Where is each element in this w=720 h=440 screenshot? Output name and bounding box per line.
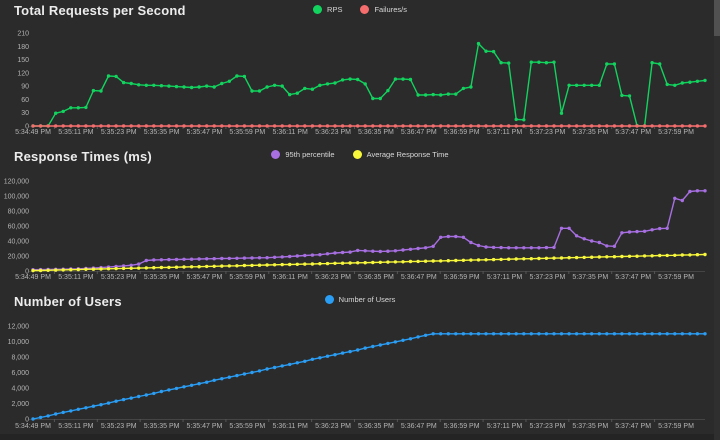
svg-text:60,000: 60,000 bbox=[8, 224, 30, 231]
svg-text:5:37:11 PM: 5:37:11 PM bbox=[487, 129, 522, 136]
svg-text:5:36:35 PM: 5:36:35 PM bbox=[358, 423, 394, 430]
svg-text:5:36:35 PM: 5:36:35 PM bbox=[358, 274, 394, 281]
svg-text:5:36:59 PM: 5:36:59 PM bbox=[444, 274, 480, 281]
svg-text:150: 150 bbox=[17, 57, 29, 64]
svg-text:8,000: 8,000 bbox=[11, 355, 29, 362]
svg-text:5:35:23 PM: 5:35:23 PM bbox=[101, 129, 137, 136]
svg-text:5:36:35 PM: 5:36:35 PM bbox=[358, 129, 394, 136]
svg-text:5:35:59 PM: 5:35:59 PM bbox=[229, 274, 265, 281]
svg-text:12,000: 12,000 bbox=[8, 324, 30, 331]
svg-text:5:35:35 PM: 5:35:35 PM bbox=[144, 423, 180, 430]
svg-text:30: 30 bbox=[21, 110, 29, 117]
svg-text:5:35:11 PM: 5:35:11 PM bbox=[58, 423, 93, 430]
svg-text:5:36:47 PM: 5:36:47 PM bbox=[401, 423, 437, 430]
svg-text:5:37:47 PM: 5:37:47 PM bbox=[615, 129, 651, 136]
svg-text:5:37:11 PM: 5:37:11 PM bbox=[487, 274, 522, 281]
svg-text:5:37:35 PM: 5:37:35 PM bbox=[572, 129, 608, 136]
svg-text:5:37:11 PM: 5:37:11 PM bbox=[487, 423, 522, 430]
svg-text:5:36:59 PM: 5:36:59 PM bbox=[444, 129, 480, 136]
svg-text:5:35:11 PM: 5:35:11 PM bbox=[58, 274, 93, 281]
svg-text:100,000: 100,000 bbox=[4, 194, 29, 201]
svg-text:5:37:35 PM: 5:37:35 PM bbox=[572, 274, 608, 281]
svg-text:5:34:49 PM: 5:34:49 PM bbox=[15, 129, 51, 136]
svg-text:5:37:59 PM: 5:37:59 PM bbox=[658, 423, 694, 430]
svg-text:5:35:59 PM: 5:35:59 PM bbox=[229, 423, 265, 430]
svg-text:4,000: 4,000 bbox=[11, 386, 29, 393]
svg-text:120,000: 120,000 bbox=[4, 179, 29, 186]
response-times-chart-plot: 020,00040,00060,00080,000100,000120,0005… bbox=[0, 140, 720, 288]
svg-text:5:35:47 PM: 5:35:47 PM bbox=[187, 423, 223, 430]
svg-text:5:37:23 PM: 5:37:23 PM bbox=[529, 274, 565, 281]
svg-text:5:35:23 PM: 5:35:23 PM bbox=[101, 423, 137, 430]
svg-text:5:35:23 PM: 5:35:23 PM bbox=[101, 274, 137, 281]
vertical-scrollbar-thumb[interactable] bbox=[714, 0, 720, 36]
svg-text:5:36:23 PM: 5:36:23 PM bbox=[315, 274, 351, 281]
svg-text:5:37:23 PM: 5:37:23 PM bbox=[529, 423, 565, 430]
svg-text:5:37:23 PM: 5:37:23 PM bbox=[529, 129, 565, 136]
svg-text:5:36:47 PM: 5:36:47 PM bbox=[401, 274, 437, 281]
svg-text:120: 120 bbox=[17, 70, 29, 77]
svg-text:2,000: 2,000 bbox=[11, 401, 29, 408]
svg-text:60: 60 bbox=[21, 97, 29, 104]
svg-text:40,000: 40,000 bbox=[8, 239, 30, 246]
svg-text:5:35:11 PM: 5:35:11 PM bbox=[58, 129, 93, 136]
svg-text:90: 90 bbox=[21, 84, 29, 91]
svg-text:5:35:35 PM: 5:35:35 PM bbox=[144, 129, 180, 136]
users-chart-plot: 02,0004,0006,0008,00010,00012,0005:34:49… bbox=[0, 288, 720, 440]
svg-text:5:34:49 PM: 5:34:49 PM bbox=[15, 423, 51, 430]
svg-text:5:35:47 PM: 5:35:47 PM bbox=[187, 129, 223, 136]
svg-text:5:35:59 PM: 5:35:59 PM bbox=[229, 129, 265, 136]
svg-text:6,000: 6,000 bbox=[11, 370, 29, 377]
svg-text:5:36:23 PM: 5:36:23 PM bbox=[315, 423, 351, 430]
svg-text:5:35:47 PM: 5:35:47 PM bbox=[187, 274, 223, 281]
svg-text:80,000: 80,000 bbox=[8, 209, 30, 216]
svg-text:5:35:35 PM: 5:35:35 PM bbox=[144, 274, 180, 281]
svg-text:5:36:47 PM: 5:36:47 PM bbox=[401, 129, 437, 136]
svg-text:5:36:11 PM: 5:36:11 PM bbox=[273, 423, 308, 430]
svg-text:10,000: 10,000 bbox=[8, 339, 30, 346]
svg-text:20,000: 20,000 bbox=[8, 254, 30, 261]
rps-chart-section: Total Requests per Second RPSFailures/s … bbox=[0, 0, 720, 140]
users-chart-section: Number of Users Number of Users 02,0004,… bbox=[0, 288, 720, 440]
response-times-chart-section: Response Times (ms) 95th percentileAvera… bbox=[0, 140, 720, 288]
svg-text:5:36:11 PM: 5:36:11 PM bbox=[273, 129, 308, 136]
vertical-scrollbar-track[interactable] bbox=[714, 0, 720, 440]
rps-chart-plot: 03060901201501802105:34:49 PM5:35:11 PM5… bbox=[0, 0, 720, 140]
svg-text:5:36:23 PM: 5:36:23 PM bbox=[315, 129, 351, 136]
svg-text:5:37:35 PM: 5:37:35 PM bbox=[572, 423, 608, 430]
svg-text:5:37:59 PM: 5:37:59 PM bbox=[658, 129, 694, 136]
svg-text:180: 180 bbox=[17, 44, 29, 51]
svg-text:5:36:59 PM: 5:36:59 PM bbox=[444, 423, 480, 430]
bottom-scrollbar-track bbox=[0, 434, 720, 440]
svg-text:5:34:49 PM: 5:34:49 PM bbox=[15, 274, 51, 281]
svg-text:5:37:59 PM: 5:37:59 PM bbox=[658, 274, 694, 281]
svg-text:5:37:47 PM: 5:37:47 PM bbox=[615, 423, 651, 430]
svg-text:5:37:47 PM: 5:37:47 PM bbox=[615, 274, 651, 281]
svg-text:5:36:11 PM: 5:36:11 PM bbox=[273, 274, 308, 281]
svg-text:210: 210 bbox=[17, 31, 29, 38]
